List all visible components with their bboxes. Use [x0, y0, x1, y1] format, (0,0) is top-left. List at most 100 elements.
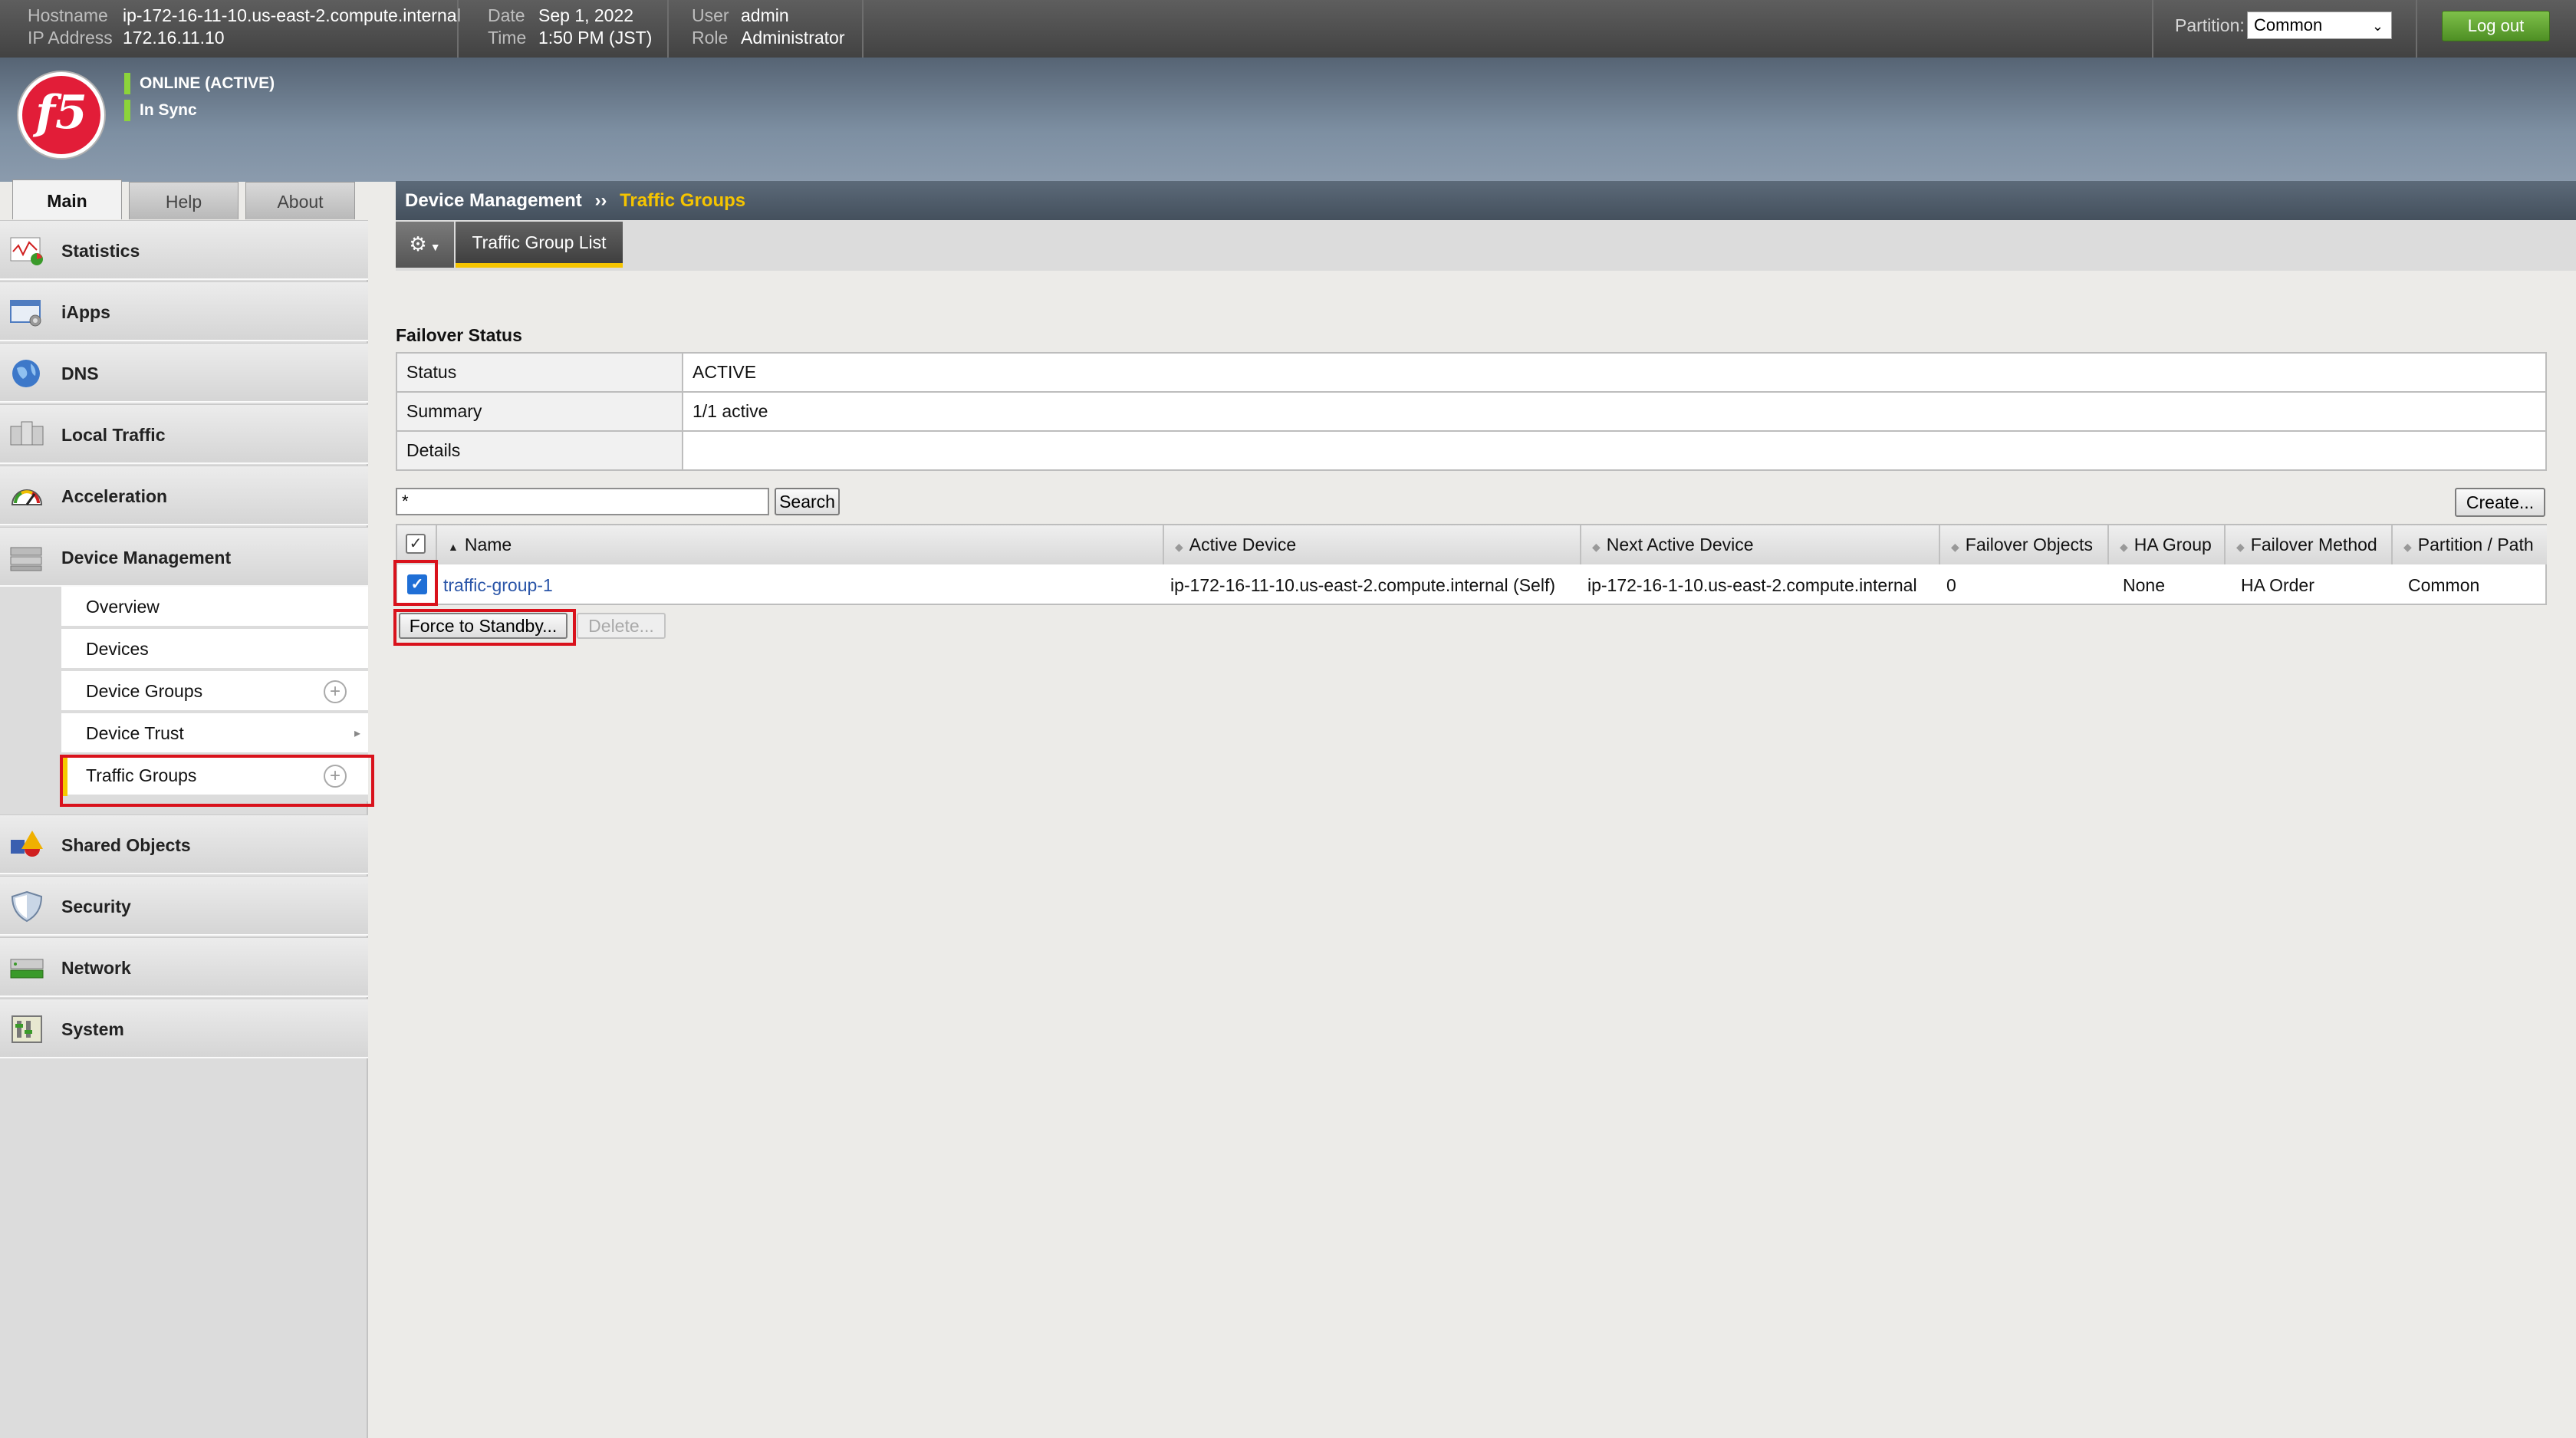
row-key: Details	[396, 430, 683, 471]
tab-main[interactable]: Main	[12, 179, 122, 219]
add-icon[interactable]: +	[324, 680, 347, 703]
traffic-group-table: ✓ ▲ Name ◆ Active Device ◆ Next Active Devi…	[396, 524, 2547, 605]
chevron-right-icon: ▸	[354, 727, 360, 740]
subnav-label: Overview	[86, 597, 160, 617]
top-info-bar: Hostname ip-172-16-11-10.us-east-2.comput…	[0, 0, 2576, 58]
header-label: Failover Objects	[1965, 535, 2093, 554]
logout-button[interactable]: Log out	[2442, 11, 2550, 41]
highlight-box	[393, 560, 438, 606]
nav-network[interactable]: Network	[0, 937, 368, 997]
divider	[2416, 0, 2417, 58]
time-label: Time	[488, 28, 527, 48]
failover-status: ONLINE (ACTIVE)	[124, 73, 275, 94]
nav-label: Local Traffic	[61, 425, 166, 445]
ip-value: 172.16.11.10	[123, 28, 225, 48]
row-key: Status	[396, 352, 683, 393]
time-value: 1:50 PM (JST)	[538, 28, 653, 48]
nav-statistics[interactable]: Statistics	[0, 220, 368, 280]
header-label: Failover Method	[2250, 535, 2377, 554]
subnav-device-groups[interactable]: Device Groups +	[61, 671, 368, 712]
subnav-devices[interactable]: Devices	[61, 629, 368, 670]
column-header-next-active-device[interactable]: ◆ Next Active Device	[1581, 525, 1940, 564]
sync-status: In Sync	[124, 100, 197, 121]
nav-label: Statistics	[61, 241, 140, 261]
create-button[interactable]: Create...	[2455, 488, 2545, 517]
column-header-active-device[interactable]: ◆ Active Device	[1164, 525, 1581, 564]
user-label: User	[692, 5, 729, 25]
select-all-header: ✓	[397, 525, 437, 564]
header-label: Partition / Path	[2417, 535, 2534, 554]
chevron-down-icon: ⌄	[2371, 18, 2384, 34]
nav-label: Shared Objects	[61, 835, 191, 855]
hostname-label: Hostname	[28, 5, 108, 25]
cell-name: traffic-group-1	[437, 566, 553, 605]
gauge-icon	[11, 489, 43, 505]
row-value: 1/1 active	[682, 391, 2547, 432]
tab-about[interactable]: About	[245, 182, 355, 219]
user-info: User admin Role Administrator	[692, 5, 844, 49]
row-key: Summary	[396, 391, 683, 432]
column-header-failover-objects[interactable]: ◆ Failover Objects	[1940, 525, 2109, 564]
column-header-ha-group[interactable]: ◆ HA Group	[2109, 525, 2226, 564]
nav-iapps[interactable]: iApps	[0, 281, 368, 341]
header-label: Active Device	[1189, 535, 1297, 554]
divider	[862, 0, 864, 58]
cell-active-device: ip-172-16-11-10.us-east-2.compute.intern…	[1170, 575, 1555, 595]
cell-failover-objects: 0	[1946, 575, 1956, 595]
header-label: HA Group	[2134, 535, 2212, 554]
gear-icon: ⚙	[409, 232, 427, 255]
column-header-name[interactable]: ▲ Name	[437, 525, 1164, 564]
gear-menu-button[interactable]: ⚙ ▼	[396, 222, 454, 268]
header-label: Next Active Device	[1606, 535, 1754, 554]
nav-local-traffic[interactable]: Local Traffic	[0, 404, 368, 464]
date-label: Date	[488, 5, 525, 25]
datetime-info: Date Sep 1, 2022 Time 1:50 PM (JST)	[488, 5, 652, 49]
sidebar: Statistics iApps DNS Local Traffic Accel…	[0, 220, 368, 1438]
partition-label: Partition:	[2175, 15, 2245, 35]
sort-icon: ◆	[1951, 541, 1959, 553]
nav-system[interactable]: System	[0, 999, 368, 1058]
tab-help[interactable]: Help	[129, 182, 239, 219]
search-button[interactable]: Search	[775, 488, 840, 515]
subnav-label: Device Trust	[86, 723, 184, 743]
nav-shared-objects[interactable]: Shared Objects	[0, 814, 368, 874]
nav-security[interactable]: Security	[0, 876, 368, 936]
breadcrumb-current: Traffic Groups	[620, 190, 746, 211]
role-label: Role	[692, 28, 729, 48]
subnav-device-trust[interactable]: Device Trust ▸	[61, 713, 368, 754]
date-value: Sep 1, 2022	[538, 5, 634, 25]
nav-acceleration[interactable]: Acceleration	[0, 466, 368, 525]
content-tabs: ⚙ ▼ Traffic Group List	[396, 220, 2576, 271]
sort-icon: ◆	[2120, 541, 2128, 553]
device-management-icon	[10, 547, 42, 571]
nav-label: System	[61, 1019, 124, 1039]
row-value: ACTIVE	[682, 352, 2547, 393]
highlight-box	[60, 755, 374, 807]
partition-value: Common	[2254, 15, 2323, 35]
divider	[2152, 0, 2153, 58]
breadcrumb-parent[interactable]: Device Management	[405, 190, 582, 211]
partition-select[interactable]: Common ⌄	[2247, 12, 2392, 39]
sort-icon: ◆	[1175, 541, 1183, 553]
subnav-label: Device Groups	[86, 681, 203, 701]
traffic-group-link[interactable]: traffic-group-1	[443, 575, 553, 595]
column-header-failover-method[interactable]: ◆ Failover Method	[2226, 525, 2393, 564]
nav-device-management[interactable]: Device Management	[0, 527, 368, 587]
subnav-overview[interactable]: Overview	[61, 587, 368, 627]
breadcrumb: Device Management ›› Traffic Groups	[396, 181, 2576, 220]
search-input[interactable]: *	[396, 488, 769, 515]
cell-failover-method: HA Order	[2241, 575, 2314, 595]
delete-button[interactable]: Delete...	[577, 613, 666, 639]
nav-dns[interactable]: DNS	[0, 343, 368, 403]
tab-traffic-group-list[interactable]: Traffic Group List	[456, 222, 623, 268]
column-header-partition-path[interactable]: ◆ Partition / Path	[2393, 525, 2547, 564]
highlight-box	[393, 609, 576, 646]
divider	[667, 0, 669, 58]
subnav-label: Devices	[86, 639, 149, 659]
select-all-checkbox[interactable]: ✓	[406, 534, 426, 554]
header-label: Name	[464, 535, 512, 554]
table-row: Status ACTIVE	[396, 352, 2547, 393]
statistics-icon	[10, 237, 43, 265]
shared-objects-icon	[11, 831, 43, 857]
nav-label: Device Management	[61, 548, 232, 568]
